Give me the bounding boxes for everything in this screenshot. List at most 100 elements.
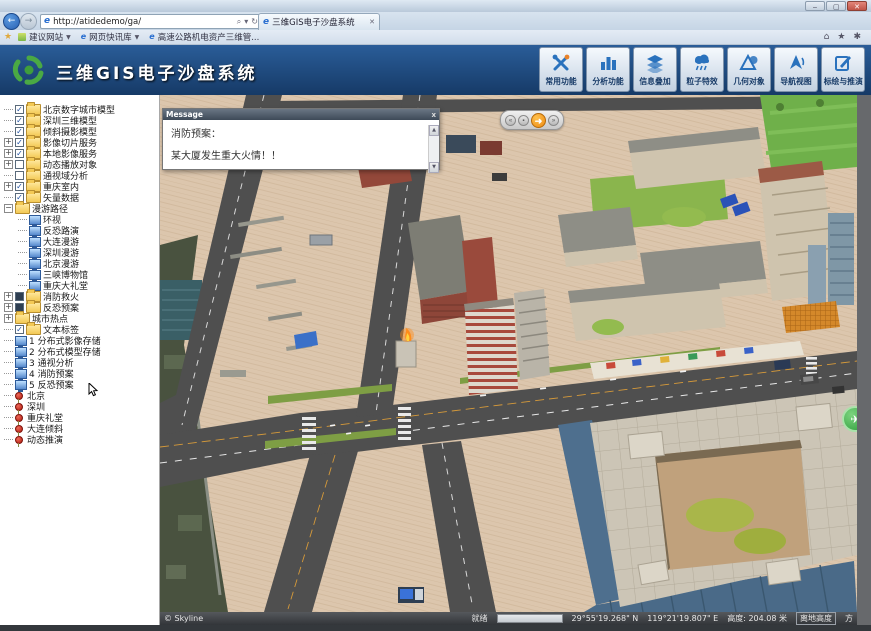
tree-connector [4, 197, 13, 199]
site-icon-green [18, 33, 26, 41]
pin-icon [15, 425, 23, 433]
tree-item[interactable]: +消防救火 [0, 291, 159, 302]
message-box[interactable]: Message x 消防预案： 某大厦发生重大火情！！ ▲ ▼ [162, 108, 440, 170]
search-icon[interactable]: ⌕ [237, 17, 241, 27]
expand-plus-icon[interactable]: + [4, 160, 13, 169]
refresh-icon[interactable]: ↻ [251, 17, 258, 27]
tree-item[interactable]: 2 分布式模型存储 [0, 346, 159, 357]
tree-item[interactable]: −漫游路径 [0, 203, 159, 214]
tree-item[interactable]: 大连漫游 [0, 236, 159, 247]
dropdown-caret-icon: ▼ [66, 34, 71, 41]
几何对象-button[interactable]: 几何对象 [727, 47, 771, 92]
flight-playback-control[interactable]: «▪➜» [500, 110, 564, 130]
tree-item[interactable]: 环视 [0, 214, 159, 225]
tree-item[interactable]: 北京 [0, 390, 159, 401]
tree-item[interactable]: 动态推演 [0, 434, 159, 445]
tree-item[interactable]: 深圳漫游 [0, 247, 159, 258]
expand-plus-icon[interactable]: + [4, 149, 13, 158]
tree-item-label[interactable]: 动态推演 [27, 433, 63, 446]
collapse-minus-icon[interactable]: − [4, 204, 13, 213]
dropdown-caret-icon[interactable]: ▾ [244, 17, 248, 27]
标绘与推演-button[interactable]: 标绘与推演 [821, 47, 865, 92]
skip-end-icon[interactable]: » [548, 115, 559, 126]
tree-item[interactable]: +✓重庆室内 [0, 181, 159, 192]
address-input[interactable]: e http://atidedemo/ga/ ⌕ ▾ ↻ [40, 14, 262, 29]
tree-item[interactable]: 重庆大礼堂 [0, 280, 159, 291]
status-bar: © Skyline 就绪 29°55'19.268" N 119°21'19.8… [160, 612, 857, 625]
checkbox-unchecked[interactable] [15, 171, 24, 180]
home-icon[interactable]: ⌂ [824, 32, 830, 42]
add-favorite-star-icon[interactable]: ★ [4, 32, 12, 42]
checkbox-checked[interactable]: ✓ [15, 116, 24, 125]
信息叠加-button[interactable]: 信息叠加 [633, 47, 677, 92]
favorite-item-label: 高速公路机电资产三维管... [158, 31, 260, 43]
favorite-item[interactable]: e网页快讯库▼ [81, 31, 140, 43]
分析功能-button[interactable]: 分析功能 [586, 47, 630, 92]
expand-plus-icon[interactable]: + [4, 303, 13, 312]
常用功能-button[interactable]: 常用功能 [539, 47, 583, 92]
tree-item[interactable]: 大连倾斜 [0, 423, 159, 434]
scroll-down-icon[interactable]: ▼ [429, 162, 439, 173]
favorite-item[interactable]: e高速公路机电资产三维管... [149, 31, 259, 43]
checkbox-unchecked[interactable] [15, 160, 24, 169]
favorite-item[interactable]: 建议网站▼ [18, 31, 71, 43]
tree-item[interactable]: 深圳 [0, 401, 159, 412]
checkbox-checked[interactable]: ✓ [15, 325, 24, 334]
layers-icon [645, 52, 665, 74]
checkbox-checked[interactable]: ✓ [15, 127, 24, 136]
checkbox-checked[interactable]: ✓ [15, 105, 24, 114]
favorites-bar: ★ 建议网站▼ e网页快讯库▼ e高速公路机电资产三维管... ⌂ ★ ✱ [0, 30, 871, 45]
checkbox-partial[interactable] [15, 292, 24, 301]
window-bottom-frame [0, 625, 871, 631]
favorites-star-icon[interactable]: ★ [837, 32, 845, 42]
map-3d-view[interactable]: Message x 消防预案： 某大厦发生重大火情！！ ▲ ▼ «▪➜» ✈ [160, 95, 857, 612]
粒子特效-button[interactable]: 粒子特效 [680, 47, 724, 92]
status-state: 就绪 [472, 613, 488, 624]
expand-plus-icon[interactable]: + [4, 182, 13, 191]
tree-item[interactable]: 4 消防预案 [0, 368, 159, 379]
toolbar-button-label: 标绘与推演 [823, 75, 862, 86]
tree-item[interactable]: 反恐路演 [0, 225, 159, 236]
monitor-icon [15, 369, 27, 379]
expand-plus-icon[interactable]: + [4, 138, 13, 147]
skip-start-icon[interactable]: « [505, 115, 516, 126]
office-building-courtyard [558, 389, 857, 612]
message-scrollbar[interactable]: ▲ ▼ [428, 125, 439, 173]
expand-plus-icon[interactable]: + [4, 292, 13, 301]
particle-rain-icon [692, 52, 712, 74]
browser-tab[interactable]: e 三维GIS电子沙盘系统 ✕ [258, 13, 380, 30]
layer-tree-panel[interactable]: ✓北京数字城市模型✓深圳三维模型✓倾斜摄影模型+✓影像切片服务+✓本地影像服务+… [0, 95, 160, 625]
message-close-icon[interactable]: x [431, 111, 436, 119]
tree-item[interactable]: +城市热点 [0, 313, 159, 324]
fire-flame [400, 328, 414, 342]
tab-close-icon[interactable]: ✕ [369, 18, 375, 26]
tree-item[interactable]: 5 反恐预案 [0, 379, 159, 390]
checkbox-checked[interactable]: ✓ [15, 149, 24, 158]
checkbox-checked[interactable]: ✓ [15, 182, 24, 191]
minimize-button[interactable]: – [805, 1, 825, 11]
tree-item[interactable]: 通视域分析 [0, 170, 159, 181]
copyright-label: © Skyline [164, 614, 203, 623]
monitor-icon [15, 358, 27, 368]
tab-title: 三维GIS电子沙盘系统 [272, 16, 366, 28]
play-icon[interactable]: ➜ [531, 113, 546, 128]
close-button[interactable]: ✕ [847, 1, 867, 11]
checkbox-checked[interactable]: ✓ [15, 138, 24, 147]
expand-plus-icon[interactable]: + [4, 314, 13, 323]
dropdown-caret-icon: ▼ [135, 34, 140, 41]
scroll-up-icon[interactable]: ▲ [429, 125, 439, 136]
settings-gear-icon[interactable]: ✱ [853, 32, 861, 42]
maximize-button[interactable]: ▢ [826, 1, 846, 11]
tree-connector [4, 109, 13, 111]
tree-item[interactable]: 重庆礼堂 [0, 412, 159, 423]
导航视图-button[interactable]: 导航视图 [774, 47, 818, 92]
message-line1: 消防预案： [163, 125, 439, 140]
tree-item[interactable]: 3 通视分析 [0, 357, 159, 368]
agl-toggle[interactable]: 离地高度 [796, 612, 836, 625]
forward-button[interactable]: → [20, 13, 37, 30]
navigation-arrow-icon [786, 52, 806, 74]
back-button[interactable]: ← [3, 13, 20, 30]
message-titlebar[interactable]: Message x [163, 109, 439, 120]
stop-icon[interactable]: ▪ [518, 115, 529, 126]
tree-connector [4, 120, 13, 122]
